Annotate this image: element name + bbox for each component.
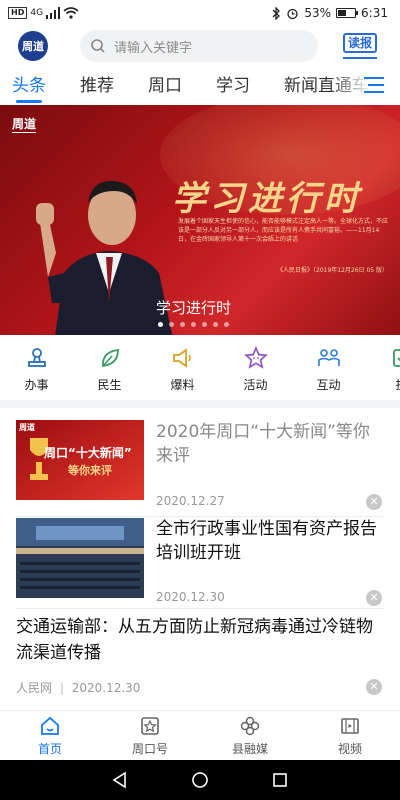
channel-tabs: 头条 推荐 周口 学习 新闻直通车 (0, 68, 400, 104)
back-icon[interactable] (111, 771, 129, 789)
film-icon (341, 717, 359, 734)
network-type: 4G (30, 8, 44, 18)
news-date: 2020.12.27 (156, 494, 225, 508)
carousel-dot[interactable] (169, 322, 174, 327)
megaphone-icon (172, 348, 191, 368)
thumb-line2: 等你来评 (68, 464, 112, 477)
app-root: HD 4G 53% 6:31 周道 请输入关键字 读报 头条 推荐 周口 学习 … (0, 0, 400, 800)
quick-action-events[interactable]: 活动 (219, 340, 292, 398)
nav-label: 首页 (37, 741, 62, 756)
quick-action-label: 办事 (24, 378, 49, 392)
leaf-icon (101, 348, 119, 368)
nav-label: 周口号 (131, 741, 168, 756)
banner-headline: 学习进行时 (172, 179, 362, 219)
home-circle-icon[interactable] (191, 771, 209, 789)
carousel-dot[interactable] (191, 322, 196, 327)
quick-action-label: 互动 (316, 378, 341, 392)
read-newspaper-button[interactable]: 读报 (340, 30, 380, 62)
news-meta: 人民网 | 2020.12.30 (16, 679, 140, 696)
quick-action-label: 活动 (243, 378, 268, 392)
tab-headlines[interactable]: 头条 (12, 69, 46, 103)
quick-action-tipoff[interactable]: 爆料 (146, 340, 219, 398)
newspaper-icon (343, 53, 377, 59)
quick-action-label: 爆料 (170, 378, 195, 392)
carousel-dot[interactable] (158, 322, 163, 327)
news-divider (16, 608, 384, 609)
banner-caption: 学习进行时 (156, 299, 232, 317)
star-box-icon (141, 716, 159, 735)
quick-actions: 办事 民生 爆料 活动 互动 投 (0, 340, 400, 398)
tab-zhoukou[interactable]: 周口 (148, 69, 182, 103)
nav-county-media[interactable]: 县融媒 (200, 711, 300, 760)
carousel-dot[interactable] (202, 322, 207, 327)
news-title[interactable]: 交通运输部：从五方面防止新冠病毒通过冷链物流渠道传播 (16, 614, 388, 666)
banner-quote-source: 《人民日报》（2019年12月26日 05 版） (277, 267, 388, 274)
home-icon (41, 716, 59, 735)
vote-icon (392, 349, 400, 367)
search-input[interactable]: 请输入关键字 (80, 30, 318, 62)
nav-home[interactable]: 首页 (0, 711, 100, 760)
banner-quote: 发展着个国家天生担使的信心，能否能够模式注定高人一等。全球化方式，不应该是一部分… (178, 218, 389, 243)
bluetooth-icon (272, 6, 281, 20)
news-thumbnail (16, 518, 144, 598)
star-face-icon (243, 346, 268, 369)
banner-logo: 周道 (12, 117, 37, 133)
system-nav-bar (0, 760, 400, 800)
tab-study[interactable]: 学习 (216, 69, 250, 103)
section-gap (0, 400, 400, 408)
battery-fill (338, 10, 347, 16)
read-newspaper-label: 读报 (342, 33, 377, 53)
flower-icon (240, 716, 260, 735)
hd-badge: HD (8, 7, 28, 19)
dismiss-news-button[interactable]: ✕ (366, 679, 382, 695)
people-icon (317, 349, 340, 366)
carousel-dot[interactable] (224, 322, 229, 327)
news-item[interactable]: 周道 周口“十大新闻” 等你来评 2020年周口“十大新闻”等你来评 2020.… (16, 420, 384, 510)
news-date: 2020.12.30 (156, 590, 225, 604)
quick-action-services[interactable]: 办事 (0, 340, 73, 398)
quick-action-livelihood[interactable]: 民生 (73, 340, 146, 398)
quick-action-label: 投 (395, 376, 400, 393)
search-icon (91, 39, 105, 53)
news-item[interactable]: 全市行政事业性国有资产报告培训班开班 2020.12.30 ✕ (16, 518, 384, 608)
status-left: HD 4G (8, 7, 79, 19)
news-title: 2020年周口“十大新闻”等你来评 (156, 422, 370, 466)
carousel-dot[interactable] (213, 322, 218, 327)
stamp-icon (27, 348, 46, 367)
quick-action-vote[interactable]: 投 (365, 340, 400, 398)
clock: 6:31 (361, 6, 388, 20)
status-right: 53% 6:31 (272, 6, 388, 20)
carousel-dots (158, 322, 229, 327)
battery-icon (336, 8, 359, 18)
status-bar: HD 4G 53% 6:31 (0, 0, 400, 26)
thumb-line1: 周口“十大新闻” (44, 446, 132, 460)
bottom-nav: 首页 周口号 县融媒 视频 (0, 710, 400, 760)
nav-label: 视频 (337, 741, 362, 756)
recents-icon[interactable] (271, 771, 289, 789)
nav-zhoukou-account[interactable]: 周口号 (100, 711, 200, 760)
quick-action-label: 民生 (97, 378, 122, 392)
hero-banner[interactable]: 周道 发展着个国家天生担使的信心，能否能够模式注定高人一等。全球化方式，不应该是… (0, 105, 400, 335)
nav-label: 县融媒 (231, 741, 268, 756)
alarm-icon (287, 8, 299, 19)
carousel-dot[interactable] (180, 322, 185, 327)
tab-recommend[interactable]: 推荐 (80, 69, 114, 103)
nav-video[interactable]: 视频 (300, 711, 400, 760)
dismiss-news-button[interactable]: ✕ (366, 494, 382, 510)
app-header: 周道 请输入关键字 读报 (0, 26, 400, 66)
quick-action-interact[interactable]: 互动 (292, 340, 365, 398)
dismiss-news-button[interactable]: ✕ (366, 590, 382, 606)
meta-separator: | (59, 681, 64, 695)
battery-percent: 53% (304, 6, 332, 20)
news-date: 2020.12.30 (71, 681, 141, 695)
signal-icon (46, 7, 61, 19)
wifi-icon (63, 7, 79, 19)
thumb-logo: 周道 (19, 423, 35, 432)
news-source: 人民网 (16, 681, 53, 695)
news-title: 全市行政事业性国有资产报告培训班开班 (156, 519, 377, 563)
search-placeholder: 请输入关键字 (114, 40, 193, 56)
app-logo[interactable]: 周道 (18, 31, 48, 61)
channel-menu-icon[interactable] (364, 76, 384, 94)
